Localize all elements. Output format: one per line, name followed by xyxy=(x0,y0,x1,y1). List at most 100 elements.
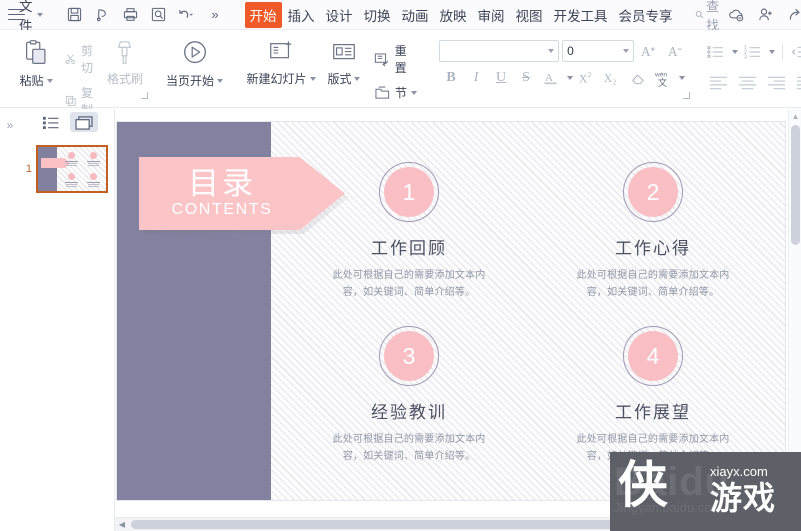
item-title: 工作展望 xyxy=(615,403,691,422)
superscript-icon[interactable]: X2 xyxy=(576,67,600,89)
bold-icon[interactable]: B xyxy=(439,67,463,89)
ribbon-group-clipboard: 粘贴 剪切 复制 格式刷 xyxy=(6,33,152,117)
svg-text:2: 2 xyxy=(613,78,617,86)
numbered-list-dropdown-icon[interactable] xyxy=(766,41,777,63)
thumbnail-item xyxy=(64,173,79,188)
numbered-list-icon[interactable]: 123 xyxy=(741,41,765,63)
clear-format-icon[interactable] xyxy=(626,67,650,89)
bullet-list-icon[interactable] xyxy=(704,41,728,63)
ribbon-group-paragraph: 123 xyxy=(698,33,801,105)
font-color-icon[interactable]: A xyxy=(539,67,563,89)
from-current-slide-button[interactable]: 当页开始 xyxy=(162,35,227,89)
share-icon[interactable] xyxy=(782,3,801,27)
undo-icon[interactable] xyxy=(174,3,200,27)
decrease-indent-icon[interactable] xyxy=(788,41,801,63)
align-center-icon[interactable] xyxy=(733,71,761,93)
format-painter-button[interactable]: 格式刷 xyxy=(104,35,146,87)
pinyin-guide-icon[interactable]: wén 文 xyxy=(651,67,675,89)
tab-start[interactable]: 开始 xyxy=(244,1,282,28)
reset-button[interactable]: 重置 xyxy=(369,39,423,79)
cloud-icon[interactable] xyxy=(724,3,750,27)
align-left-icon[interactable] xyxy=(704,71,732,93)
slide-thumbnail-1[interactable] xyxy=(36,145,108,193)
save-icon[interactable] xyxy=(62,3,88,27)
chevron-down-icon xyxy=(623,49,630,53)
cut-button[interactable]: 剪切 xyxy=(60,39,104,79)
number-ring: 1 xyxy=(379,162,439,222)
tab-review[interactable]: 审阅 xyxy=(473,2,510,28)
watermark-overlay: Baidu Jingyan.baidu.com 侠 xiayx.com 游戏 xyxy=(610,452,801,531)
paste-button[interactable]: 粘贴 xyxy=(12,35,60,89)
new-slide-button[interactable]: 新建幻灯片 xyxy=(243,35,319,87)
scroll-up-icon[interactable]: ▲ xyxy=(789,109,801,123)
tab-slideshow[interactable]: 放映 xyxy=(435,2,472,28)
content-item-3[interactable]: 3 经验教训 此处可根据自己的需要添加文本内容，如关键词、简单介绍等。 xyxy=(287,318,531,482)
thumbnail-row: 1 xyxy=(18,145,114,193)
from-current-slide-label: 当页开始 xyxy=(166,74,215,88)
font-size-select[interactable]: 0 xyxy=(562,40,635,62)
shrink-font-icon[interactable]: A xyxy=(664,40,688,62)
reset-icon xyxy=(374,52,388,66)
vertical-scroll-thumb[interactable] xyxy=(791,125,800,245)
outline-view-icon[interactable] xyxy=(36,112,64,132)
watermark-brand-cn2: 游戏 xyxy=(710,480,777,516)
chevron-down-icon xyxy=(36,12,43,17)
new-slide-label: 新建幻灯片 xyxy=(246,72,307,86)
slide-canvas[interactable]: 目录 CONTENTS 1 工作回顾 此处可根据自己的需要添加文本内容，如关键词… xyxy=(117,122,785,500)
font-dialog-launcher[interactable] xyxy=(683,92,691,99)
subscript-icon[interactable]: X2 xyxy=(601,67,625,89)
item-number: 3 xyxy=(402,342,416,369)
section-label: 节 xyxy=(394,86,407,100)
tab-animation[interactable]: 动画 xyxy=(397,2,434,28)
align-justify-icon[interactable] xyxy=(791,71,801,93)
scissors-icon xyxy=(65,54,76,64)
underline-icon[interactable]: U xyxy=(489,67,513,89)
item-number: 2 xyxy=(646,178,660,205)
add-user-icon[interactable] xyxy=(753,3,779,27)
font-name-select[interactable] xyxy=(439,40,560,62)
format-painter-label: 格式刷 xyxy=(107,72,144,86)
find-button[interactable]: 查找 xyxy=(695,0,724,34)
tab-developer-tools[interactable]: 开发工具 xyxy=(549,2,613,28)
slide-view-icon[interactable] xyxy=(70,112,98,132)
content-item-2[interactable]: 2 工作心得 此处可根据自己的需要添加文本内容，如关键词、简单介绍等。 xyxy=(531,154,775,318)
font-color-dropdown-icon[interactable] xyxy=(564,67,575,89)
paint-brush-icon xyxy=(118,41,132,64)
item-title: 经验教训 xyxy=(371,403,447,422)
align-right-icon[interactable] xyxy=(762,71,790,93)
more-icon[interactable]: » xyxy=(202,3,228,27)
sync-icon[interactable] xyxy=(90,3,116,27)
strikethrough-icon[interactable]: S xyxy=(514,67,538,89)
tab-member-exclusive[interactable]: 会员专享 xyxy=(614,2,678,28)
ribbon-group-font: 0 A A B I U S A X2 X 2 wén 文 xyxy=(433,33,694,105)
content-item-1[interactable]: 1 工作回顾 此处可根据自己的需要添加文本内容，如关键词、简单介绍等。 xyxy=(287,154,531,318)
ribbon-group-slides: 新建幻灯片 版式 重置 节 xyxy=(237,33,429,105)
bullet-list-dropdown-icon[interactable] xyxy=(729,41,740,63)
number-ring: 3 xyxy=(379,326,439,386)
number-disc: 4 xyxy=(628,331,678,381)
clipboard-dialog-launcher[interactable] xyxy=(141,92,149,99)
slide-thumbnail-pane: 1 xyxy=(18,109,115,531)
section-button[interactable]: 节 xyxy=(369,81,423,104)
tab-view[interactable]: 视图 xyxy=(511,2,548,28)
collapse-chevrons-icon[interactable]: » xyxy=(7,118,14,531)
item-number: 4 xyxy=(646,342,660,369)
ribbon-group-slideshow: 当页开始 xyxy=(156,33,233,105)
cut-label: 剪切 xyxy=(81,44,94,75)
grow-font-icon[interactable]: A xyxy=(637,40,661,62)
layout-button[interactable]: 版式 xyxy=(319,35,369,87)
horizontal-scroll-thumb[interactable] xyxy=(131,520,621,529)
print-icon[interactable] xyxy=(118,3,144,27)
scroll-left-icon[interactable]: ◀ xyxy=(115,518,129,531)
pinyin-dropdown-icon[interactable] xyxy=(676,67,687,89)
banner-title-en: CONTENTS xyxy=(171,201,273,219)
svg-text:2: 2 xyxy=(588,70,592,79)
italic-icon[interactable]: I xyxy=(464,67,488,89)
print-preview-icon[interactable] xyxy=(146,3,172,27)
number-ring: 4 xyxy=(623,326,683,386)
tab-design[interactable]: 设计 xyxy=(321,2,358,28)
svg-text:3: 3 xyxy=(744,55,747,60)
paragraph-list-row: 123 xyxy=(704,35,801,63)
tab-transition[interactable]: 切换 xyxy=(359,2,396,28)
tab-insert[interactable]: 插入 xyxy=(283,2,320,28)
